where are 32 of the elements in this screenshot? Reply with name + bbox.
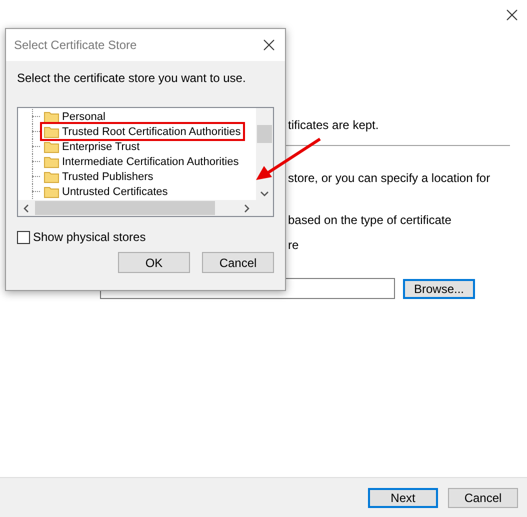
dialog-title: Select Certificate Store <box>14 38 137 52</box>
prompt-text: Select the certificate store you want to use. <box>17 71 247 85</box>
instruction-text: store, or you can specify a location for <box>288 171 492 185</box>
store-item[interactable]: Trusted Publishers <box>40 169 158 184</box>
folder-icon <box>44 155 59 168</box>
browse-button[interactable]: Browse... <box>403 278 475 298</box>
ok-button[interactable]: OK <box>118 252 190 273</box>
scrollbar-thumb[interactable] <box>257 125 272 143</box>
store-item[interactable]: Personal <box>40 109 110 124</box>
folder-icon <box>44 110 59 123</box>
vertical-scrollbar[interactable] <box>256 108 273 200</box>
instruction-text: tificates are kept. <box>288 118 380 132</box>
folder-icon <box>44 140 59 153</box>
store-item[interactable]: Untrusted Certificates <box>40 184 172 199</box>
instruction-text: re <box>288 238 300 252</box>
cancel-button[interactable]: Cancel <box>448 488 518 508</box>
store-item[interactable]: Intermediate Certification Authorities <box>40 154 243 169</box>
folder-icon <box>44 125 59 138</box>
instruction-text: based on the type of certificate <box>288 213 452 227</box>
folder-icon <box>44 185 59 198</box>
horizontal-scrollbar[interactable] <box>18 200 273 216</box>
close-icon[interactable] <box>263 39 275 51</box>
physical-stores-checkbox[interactable]: Show physical stores <box>17 230 274 244</box>
cancel-button[interactable]: Cancel <box>202 252 274 273</box>
store-item[interactable]: Enterprise Trust <box>40 139 144 154</box>
scrollbar-thumb[interactable] <box>35 201 215 215</box>
chevron-down-icon[interactable] <box>260 191 269 197</box>
chevron-left-icon[interactable] <box>23 204 29 213</box>
next-button[interactable]: Next <box>368 488 438 508</box>
folder-icon <box>44 170 59 183</box>
chevron-right-icon[interactable] <box>244 204 250 213</box>
store-item[interactable]: Trusted Root Certification Authorities <box>40 122 245 141</box>
